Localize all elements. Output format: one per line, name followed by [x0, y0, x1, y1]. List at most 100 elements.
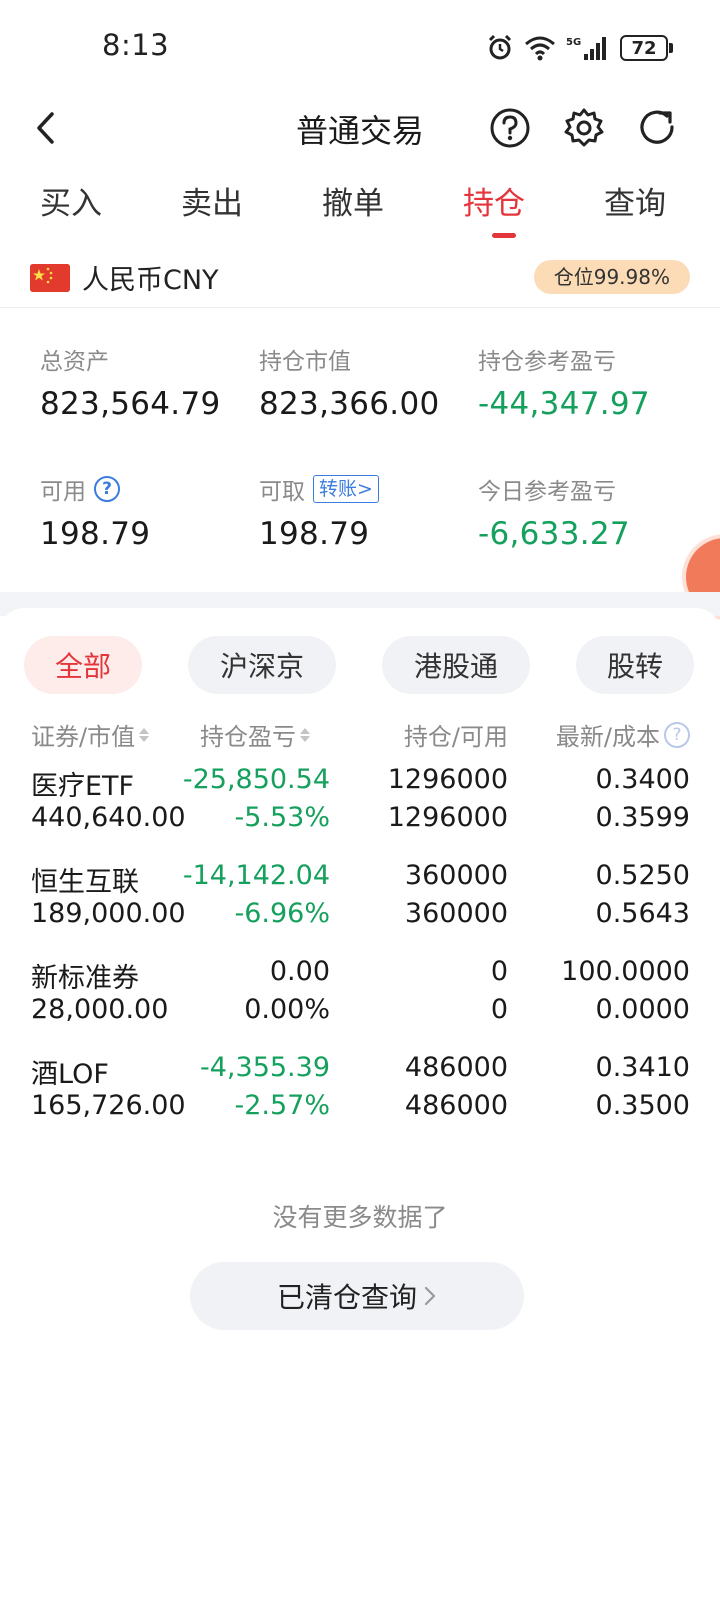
cost-price: 0.5643	[595, 898, 690, 929]
holding-qty: 360000	[404, 860, 508, 891]
tab-buy[interactable]: 买入	[40, 178, 102, 223]
withdrawable-label: 可取	[259, 479, 305, 505]
security-market-value: 189,000.00	[31, 898, 186, 929]
position-pl-label: 持仓参考盈亏	[478, 349, 616, 375]
tab-cancel[interactable]: 撤单	[322, 178, 384, 223]
available-qty: 486000	[404, 1090, 508, 1121]
market-value: 持仓市值 823,366.00	[259, 342, 440, 422]
security-market-value: 28,000.00	[31, 994, 169, 1025]
security-name: 医疗ETF	[31, 771, 135, 802]
filter-hk-connect[interactable]: 港股通	[382, 636, 530, 694]
col-security-header[interactable]: 证券/市值	[31, 717, 150, 752]
col-security-label: 证券/市值	[31, 723, 136, 751]
status-icons: 5G 72	[486, 33, 673, 63]
available-qty: 360000	[404, 898, 508, 929]
available-value: 198.79	[40, 516, 151, 552]
account-summary: 总资产 823,564.79 持仓市值 823,366.00 持仓参考盈亏 -4…	[0, 308, 720, 592]
currency-label: 人民币CNY	[82, 265, 219, 296]
withdrawable-funds: 可取 转账> 198.79	[259, 472, 379, 552]
question-circle-icon[interactable]: ?	[664, 721, 690, 748]
position-pl: 持仓参考盈亏 -44,347.97	[478, 342, 650, 422]
position-pl: 0.00	[269, 956, 330, 987]
security-name: 恒生互联	[31, 867, 139, 898]
cost-price: 0.0000	[595, 994, 690, 1025]
chevron-right-icon	[424, 1286, 436, 1306]
col-pl-label: 持仓盈亏	[200, 723, 296, 751]
filter-shanghai-shenzhen-beijing[interactable]: 沪深京	[188, 636, 336, 694]
security-name: 酒LOF	[31, 1059, 109, 1090]
alarm-icon	[488, 34, 512, 60]
table-row[interactable]: 恒生互联 189,000.00 -14,142.04 -6.96% 360000…	[0, 858, 720, 954]
col-holdings-header: 持仓/可用	[404, 717, 508, 752]
transfer-link[interactable]: 转账>	[313, 475, 379, 503]
tab-query[interactable]: 查询	[604, 178, 666, 223]
signal-icon: 5G	[566, 37, 606, 60]
refresh-button[interactable]	[632, 102, 684, 154]
holding-qty: 0	[490, 956, 508, 987]
available-qty: 1296000	[387, 802, 508, 833]
position-pl: -14,142.04	[182, 860, 330, 891]
latest-price: 0.3410	[595, 1052, 690, 1083]
help-button[interactable]	[484, 102, 536, 154]
position-pl-percent: -2.57%	[234, 1090, 330, 1121]
latest-price: 0.3400	[595, 764, 690, 795]
sort-icon	[300, 727, 310, 742]
position-pl-percent: -6.96%	[234, 898, 330, 929]
table-row[interactable]: 酒LOF 165,726.00 -4,355.39 -2.57% 486000 …	[0, 1050, 720, 1146]
network-label: 5G	[566, 37, 581, 48]
filter-neeq[interactable]: 股转	[576, 636, 694, 694]
question-circle-icon	[490, 108, 530, 148]
security-market-value: 165,726.00	[31, 1090, 186, 1121]
today-pl: 今日参考盈亏 -6,633.27	[478, 472, 630, 552]
refresh-icon	[640, 110, 674, 144]
no-more-data-text: 没有更多数据了	[272, 1203, 448, 1232]
position-pl-value: -44,347.97	[478, 386, 650, 422]
filter-all[interactable]: 全部	[24, 636, 142, 694]
status-bar: 8:13 5G 72	[0, 0, 720, 96]
col-holdings-label: 持仓/可用	[403, 723, 508, 751]
trade-tabs: 买入 卖出 撤单 持仓 查询	[0, 178, 720, 246]
table-row[interactable]: 医疗ETF 440,640.00 -25,850.54 -5.53% 12960…	[0, 762, 720, 858]
position-ratio-badge: 仓位99.98%	[533, 260, 690, 294]
market-value-value: 823,366.00	[259, 386, 440, 422]
latest-price: 0.5250	[595, 860, 690, 891]
china-flag-icon	[30, 264, 70, 292]
wifi-icon	[525, 36, 555, 61]
holding-qty: 1296000	[387, 764, 508, 795]
position-pl-percent: 0.00%	[244, 994, 330, 1025]
position-pl-percent: -5.53%	[234, 802, 330, 833]
tab-sell[interactable]: 卖出	[181, 178, 243, 223]
cleared-positions-label: 已清仓查询	[276, 1281, 417, 1314]
total-assets-label: 总资产	[40, 349, 109, 375]
position-pl: -4,355.39	[200, 1052, 330, 1083]
col-price-label: 最新/成本	[555, 723, 660, 751]
position-pl: -25,850.54	[182, 764, 330, 795]
market-value-label: 持仓市值	[259, 349, 351, 375]
sort-icon	[139, 727, 150, 742]
security-name: 新标准券	[31, 963, 139, 994]
available-label: 可用	[40, 479, 86, 505]
app-header: 普通交易	[0, 96, 720, 160]
today-pl-label: 今日参考盈亏	[478, 479, 616, 505]
available-funds: 可用 ? 198.79	[40, 472, 150, 552]
cleared-positions-button[interactable]: 已清仓查询	[190, 1262, 524, 1330]
withdrawable-value: 198.79	[259, 516, 370, 552]
page-title: 普通交易	[295, 112, 424, 150]
settings-button[interactable]	[558, 102, 610, 154]
security-market-value: 440,640.00	[31, 802, 186, 833]
table-row[interactable]: 新标准券 28,000.00 0.00 0.00% 0 0 100.0000 0…	[0, 954, 720, 1050]
total-assets-value: 823,564.79	[40, 386, 221, 422]
gear-icon	[564, 108, 604, 147]
currency-row: 人民币CNY 仓位99.98%	[0, 250, 720, 308]
latest-price: 100.0000	[561, 956, 690, 987]
cost-price: 0.3599	[595, 802, 690, 833]
col-price-header: 最新/成本 ?	[556, 717, 690, 752]
battery-level: 72	[631, 37, 657, 59]
tab-holdings[interactable]: 持仓	[463, 178, 525, 223]
col-pl-header[interactable]: 持仓盈亏	[200, 717, 310, 752]
holding-qty: 486000	[404, 1052, 508, 1083]
total-assets: 总资产 823,564.79	[40, 342, 221, 422]
cost-price: 0.3500	[595, 1090, 690, 1121]
question-circle-icon[interactable]: ?	[94, 476, 120, 502]
status-time: 8:13	[102, 28, 170, 62]
